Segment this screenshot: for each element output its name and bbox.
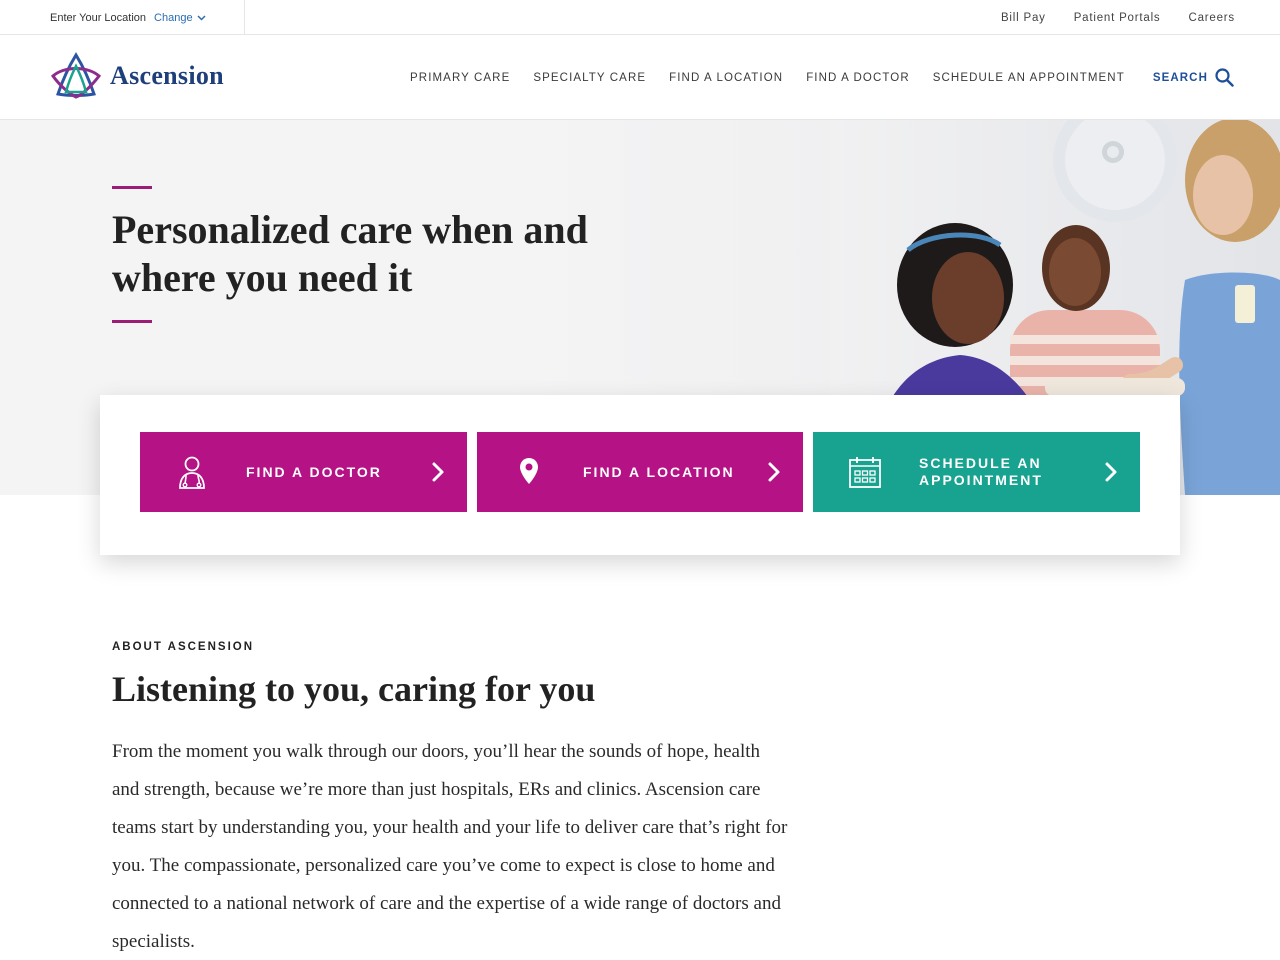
- find-location-button[interactable]: FIND A LOCATION: [477, 432, 803, 512]
- chevron-right-icon: [432, 462, 444, 482]
- search-label: SEARCH: [1152, 71, 1208, 84]
- nav-find-doctor[interactable]: FIND A DOCTOR: [806, 72, 910, 84]
- location-selector: Enter Your Location Change: [50, 0, 245, 35]
- hero-title-line2: where you need it: [112, 255, 413, 300]
- schedule-appointment-label-line2: APPOINTMENT: [919, 472, 1043, 488]
- about-title: Listening to you, caring for you: [112, 669, 596, 709]
- about-body: From the moment you walk through our doo…: [112, 741, 788, 952]
- quick-actions-card: FIND A DOCTOR FIND A LOCATION SCHEDULE A…: [100, 395, 1180, 555]
- patient-portals-link[interactable]: Patient Portals: [1074, 12, 1161, 24]
- bill-pay-link[interactable]: Bill Pay: [1001, 12, 1046, 24]
- doctor-icon: [179, 456, 205, 489]
- calendar-icon: [849, 457, 881, 488]
- main-nav: Ascension PRIMARY CARE SPECIALTY CARE FI…: [0, 36, 1280, 120]
- hero-title: Personalized care when and where you nee…: [112, 206, 672, 302]
- primary-nav: PRIMARY CARE SPECIALTY CARE FIND A LOCAT…: [410, 68, 1234, 87]
- nav-primary-care[interactable]: PRIMARY CARE: [410, 72, 510, 84]
- careers-link[interactable]: Careers: [1188, 12, 1235, 24]
- utility-links: Bill Pay Patient Portals Careers: [1001, 0, 1235, 35]
- chevron-right-icon: [768, 462, 780, 482]
- map-pin-icon: [520, 458, 538, 484]
- about-eyebrow: ABOUT ASCENSION: [112, 641, 255, 653]
- chevron-right-icon: [1105, 462, 1117, 482]
- chevron-down-icon: [197, 14, 206, 21]
- brand-name: Ascension: [110, 61, 224, 90]
- location-label: Enter Your Location: [50, 11, 147, 24]
- ascension-logo[interactable]: Ascension: [50, 52, 224, 100]
- hero-rule-bottom: [112, 320, 152, 323]
- find-doctor-button[interactable]: FIND A DOCTOR: [140, 432, 467, 512]
- hero-title-line1: Personalized care when and: [112, 207, 588, 252]
- nav-specialty-care[interactable]: SPECIALTY CARE: [533, 72, 646, 84]
- search-button[interactable]: SEARCH: [1153, 68, 1234, 87]
- utility-bar: Enter Your Location Change Bill Pay Pati…: [0, 0, 1280, 35]
- schedule-appointment-label: SCHEDULE AN APPOINTMENT: [919, 455, 1089, 489]
- schedule-appointment-button[interactable]: SCHEDULE AN APPOINTMENT: [813, 432, 1140, 512]
- schedule-appointment-label-line1: SCHEDULE AN: [919, 455, 1042, 471]
- nav-find-location[interactable]: FIND A LOCATION: [669, 72, 783, 84]
- find-location-label: FIND A LOCATION: [583, 463, 735, 480]
- change-location-link[interactable]: Change: [154, 12, 206, 24]
- search-icon: [1215, 68, 1234, 87]
- find-doctor-label: FIND A DOCTOR: [246, 463, 382, 480]
- hero-rule-top: [112, 186, 152, 189]
- ascension-trinity-icon: [51, 52, 102, 99]
- change-location-label: Change: [154, 11, 193, 24]
- nav-schedule-appointment[interactable]: SCHEDULE AN APPOINTMENT: [933, 72, 1125, 84]
